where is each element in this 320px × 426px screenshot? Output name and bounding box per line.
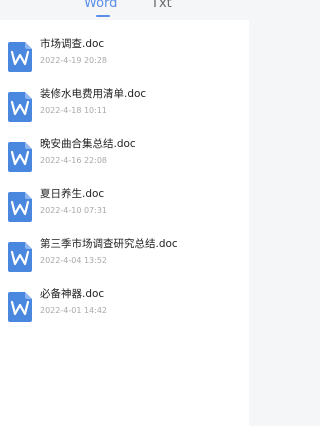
tab-txt[interactable]: Txt [151, 0, 172, 12]
word-doc-icon [8, 92, 32, 122]
word-doc-icon [8, 42, 32, 72]
file-item[interactable]: 第三季市场调查研究总结.doc 2022-4-04 13:52 [0, 238, 249, 286]
file-name: 第三季市场调查研究总结.doc [40, 238, 178, 250]
file-name: 装修水电费用清单.doc [40, 88, 147, 100]
file-date: 2022-4-04 13:52 [40, 256, 107, 265]
word-doc-icon [8, 192, 32, 222]
file-item[interactable]: 晚安曲合集总结.doc 2022-4-16 22:08 [0, 138, 249, 186]
file-name: 夏日养生.doc [40, 188, 105, 200]
file-item[interactable]: 必备神器.doc 2022-4-01 14:42 [0, 288, 249, 336]
file-item[interactable]: 市场调查.doc 2022-4-19 20:28 [0, 38, 249, 86]
file-list: 市场调查.doc 2022-4-19 20:28 装修水电费用清单.doc 20… [0, 20, 249, 426]
file-date: 2022-4-19 20:28 [40, 56, 107, 65]
tab-word[interactable]: Word [84, 0, 117, 12]
file-date: 2022-4-18 10:11 [40, 106, 107, 115]
file-item[interactable]: 装修水电费用清单.doc 2022-4-18 10:11 [0, 88, 249, 136]
tab-bar: Word Txt [0, 0, 249, 17]
file-name: 必备神器.doc [40, 288, 105, 300]
word-doc-icon [8, 242, 32, 272]
file-date: 2022-4-01 14:42 [40, 306, 107, 315]
file-item[interactable]: 夏日养生.doc 2022-4-10 07:31 [0, 188, 249, 236]
active-tab-indicator [96, 15, 110, 17]
file-name: 晚安曲合集总结.doc [40, 138, 136, 150]
file-name: 市场调查.doc [40, 38, 105, 50]
file-date: 2022-4-10 07:31 [40, 206, 107, 215]
file-date: 2022-4-16 22:08 [40, 156, 107, 165]
word-doc-icon [8, 292, 32, 322]
word-doc-icon [8, 142, 32, 172]
